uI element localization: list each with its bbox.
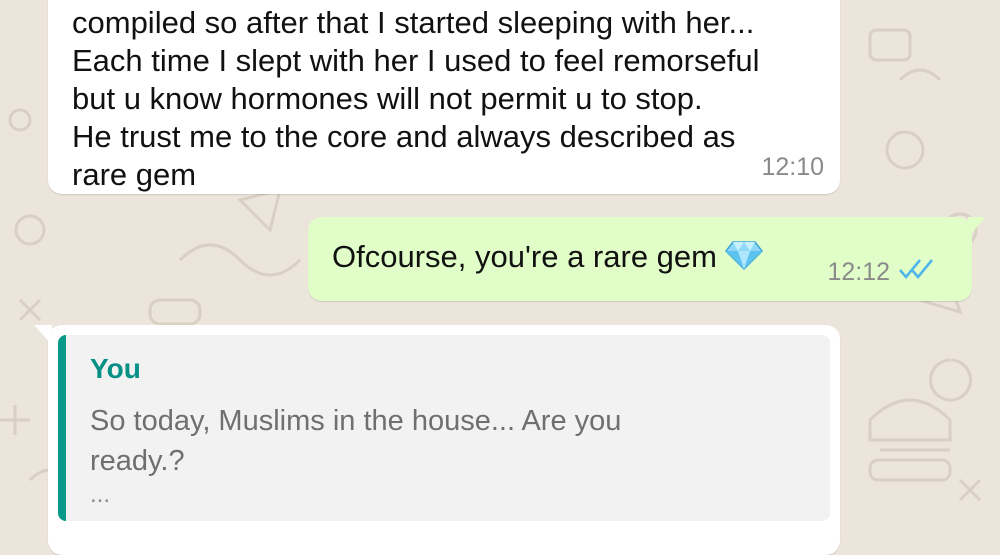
quote-line: So today, Muslims in the house... Are yo… [90,405,622,437]
quote-accent-bar [58,335,66,521]
message-line: He trust me to the core and always descr… [72,119,736,154]
incoming-reply-bubble[interactable]: You So today, Muslims in the house... Ar… [34,325,840,555]
quoted-message[interactable]: You So today, Muslims in the house... Ar… [58,335,830,521]
message-text: compiled so after that I started sleepin… [72,4,812,194]
bubble-tail [34,325,52,345]
message-line: but u know hormones will not permit u to… [72,81,703,116]
message-timestamp: 12:12 [827,258,890,286]
message-line: rare gem [72,157,197,192]
message-meta: 12:12 [827,258,936,287]
message-timestamp: 12:10 [761,153,824,181]
message-line: compiled so after that I started sleepin… [72,5,755,40]
outgoing-message-bubble[interactable]: Ofcourse, you're a rare gem 12:12 [308,217,986,301]
read-double-check-icon [898,258,936,287]
quote-author: You [90,353,141,384]
gem-stone-icon [724,240,763,278]
bubble-tail [968,217,986,237]
message-content: Ofcourse, you're a rare gem [332,239,717,274]
quote-text: So today, Muslims in the house... Are yo… [90,401,810,481]
incoming-message-bubble[interactable]: compiled so after that I started sleepin… [48,0,840,194]
quote-line: ready.? [90,445,185,477]
message-line: Each time I slept with her I used to fee… [72,43,760,78]
quote-ellipsis: ... [90,481,111,508]
message-text: Ofcourse, you're a rare gem [332,239,763,278]
